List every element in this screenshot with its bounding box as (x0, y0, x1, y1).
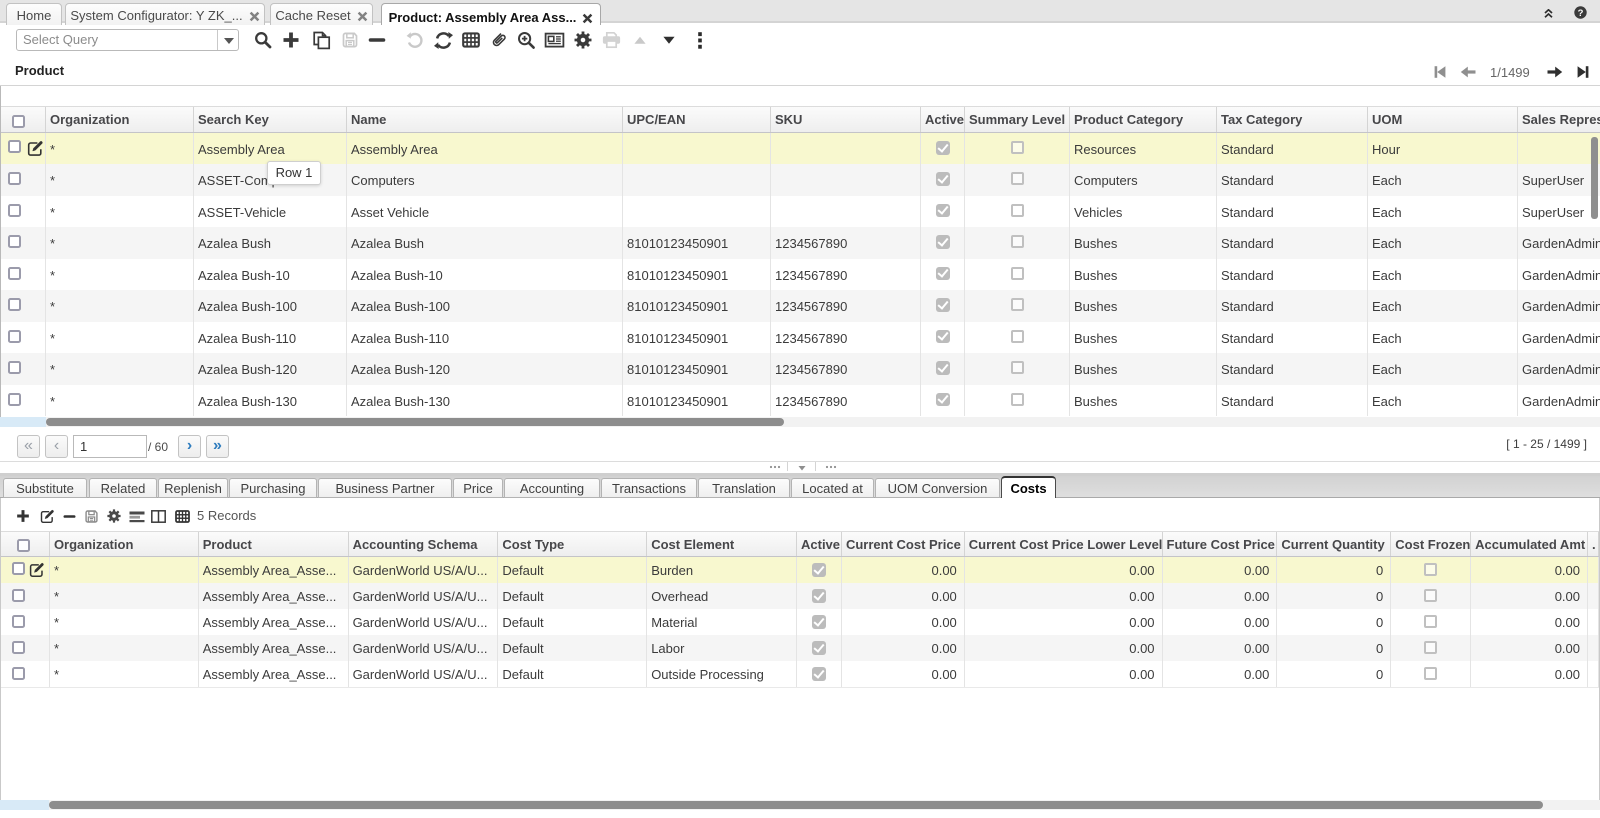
svg-text:?: ? (1578, 8, 1584, 19)
